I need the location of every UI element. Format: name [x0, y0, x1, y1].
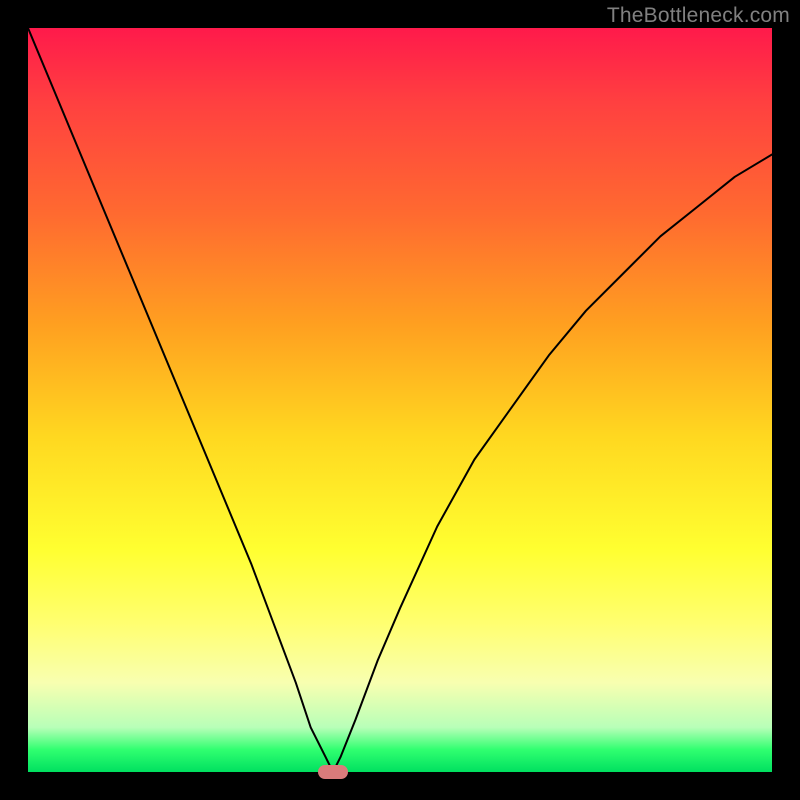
optimum-marker [318, 765, 348, 780]
curve-svg [28, 28, 772, 772]
plot-area [28, 28, 772, 772]
watermark-text: TheBottleneck.com [607, 4, 790, 28]
bottleneck-curve [28, 28, 772, 772]
